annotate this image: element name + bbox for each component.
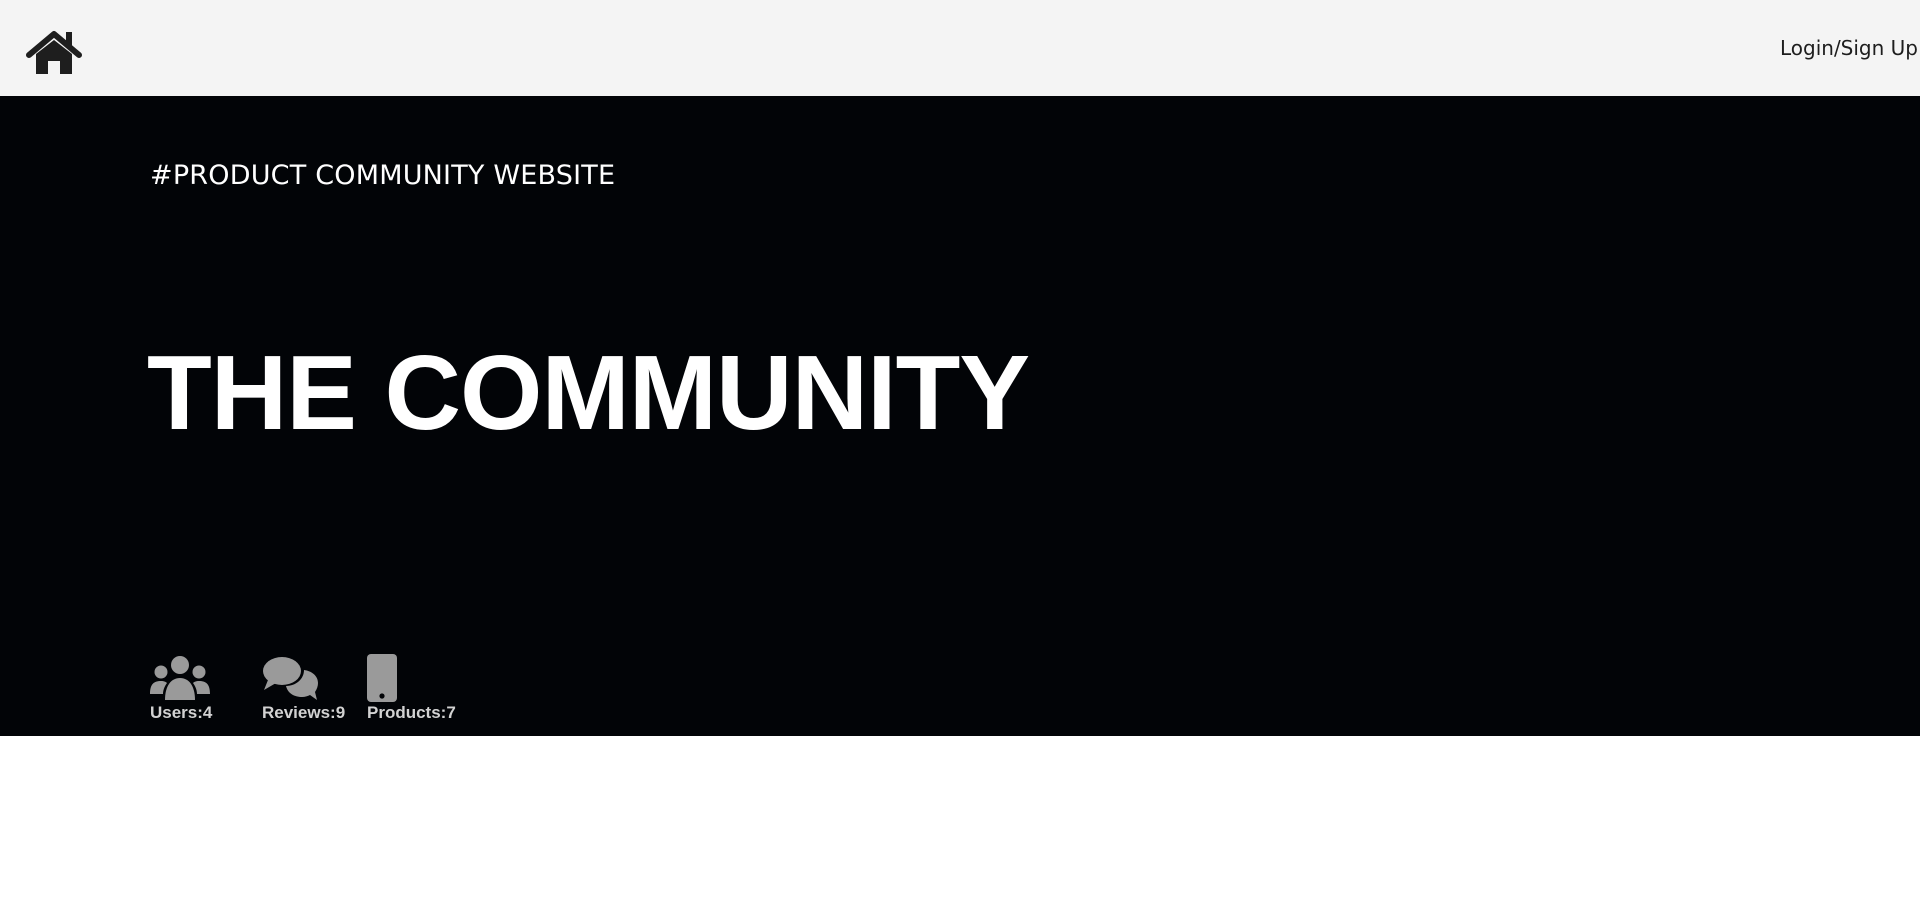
home-button[interactable] [26,28,82,76]
hero-tagline: #PRODUCT COMMUNITY WEBSITE [150,160,616,191]
mobile-phone-icon [367,654,397,702]
products-count-label: Products:7 [367,703,456,722]
hero-title: THE COMMUNITY [147,334,1030,452]
reviews-count-label: Reviews:9 [262,703,346,722]
login-signup-link[interactable]: Login/Sign Up [1780,36,1918,60]
stat-reviews: Reviews:9 [262,654,345,723]
users-icon [150,656,210,700]
hero-banner: #PRODUCT COMMUNITY WEBSITE THE COMMUNITY… [0,96,1920,736]
users-count-label: Users:4 [150,703,213,722]
stat-products: Products:7 [367,654,456,723]
comments-icon [263,657,318,700]
top-navbar: Login/Sign Up [0,0,1920,96]
home-icon [26,31,82,74]
stat-users: Users:4 [150,654,212,723]
